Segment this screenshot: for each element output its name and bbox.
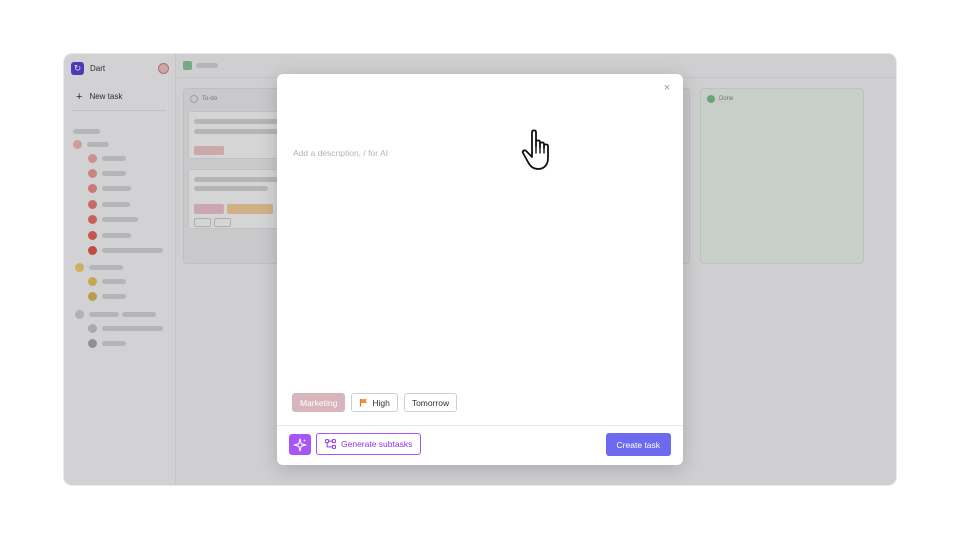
due-date-chip-label: Tomorrow xyxy=(411,397,450,408)
description-input[interactable]: Add a description, / for AI xyxy=(293,148,388,158)
tag-chip-label: Marketing xyxy=(300,397,338,408)
task-properties: Marketing High Tomorrow xyxy=(292,393,458,412)
generate-subtasks-button[interactable]: Generate subtasks xyxy=(316,433,422,455)
due-date-chip[interactable]: Tomorrow xyxy=(403,393,458,412)
create-task-dialog: × Add a description, / for AI Marketing … xyxy=(277,74,683,465)
priority-chip-label: High xyxy=(372,397,390,408)
sparkle-icon xyxy=(293,437,307,452)
dialog-footer-divider xyxy=(277,425,683,426)
flag-icon xyxy=(360,398,368,407)
tag-chip[interactable]: Marketing xyxy=(292,393,346,412)
ai-assist-button[interactable] xyxy=(289,434,311,455)
generate-subtasks-label: Generate subtasks xyxy=(341,439,413,449)
close-icon[interactable]: × xyxy=(661,82,673,94)
hand-cursor-icon xyxy=(521,129,549,170)
create-task-button[interactable]: Create task xyxy=(605,433,671,456)
subtasks-icon xyxy=(325,439,336,449)
priority-chip[interactable]: High xyxy=(351,393,398,412)
